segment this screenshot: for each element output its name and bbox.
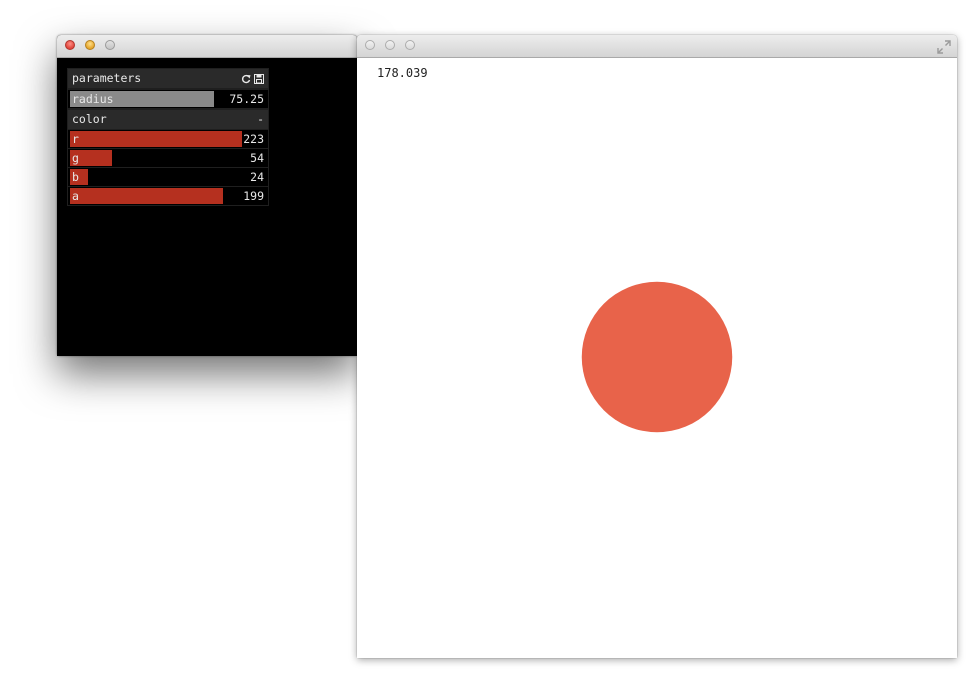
- color-group-label: color: [72, 112, 107, 126]
- slider-value: 223: [243, 132, 264, 146]
- radius-slider[interactable]: radius 75.25: [68, 90, 268, 108]
- slider-label: r: [72, 132, 79, 146]
- slider-label: g: [72, 151, 79, 165]
- render-window: 178.039: [357, 35, 957, 658]
- minimize-button[interactable]: [385, 40, 395, 50]
- radius-value: 75.25: [229, 92, 264, 106]
- parameters-header[interactable]: parameters: [68, 69, 268, 88]
- slider-track: [70, 150, 266, 166]
- slider-value: 24: [250, 170, 264, 184]
- render-window-titlebar[interactable]: [357, 35, 957, 58]
- slider-value: 199: [243, 189, 264, 203]
- gui-window-titlebar[interactable]: [57, 35, 357, 58]
- color-group-toggle[interactable]: -: [257, 110, 264, 129]
- slider-track: [70, 131, 266, 147]
- drawing-surface: [581, 281, 733, 433]
- color-slider-a[interactable]: a 199: [68, 187, 268, 205]
- radius-label: radius: [72, 92, 114, 106]
- render-canvas[interactable]: 178.039: [357, 58, 957, 658]
- color-group-header[interactable]: color -: [68, 110, 268, 129]
- slider-fill: [70, 188, 223, 204]
- slider-track: [70, 169, 266, 185]
- color-slider-b[interactable]: b 24: [68, 168, 268, 186]
- slider-value: 54: [250, 151, 264, 165]
- slider-label: a: [72, 189, 79, 203]
- color-slider-r[interactable]: r 223: [68, 130, 268, 148]
- gui-window: parameters radius 75.25 color - r 223 g …: [57, 35, 357, 356]
- zoom-button[interactable]: [105, 40, 115, 50]
- close-button[interactable]: [365, 40, 375, 50]
- save-icon[interactable]: [254, 73, 264, 84]
- gui-canvas: parameters radius 75.25 color - r 223 g …: [57, 58, 357, 356]
- slider-fill: [70, 131, 242, 147]
- fps-readout: 178.039: [377, 66, 428, 80]
- circle-shape: [581, 281, 733, 433]
- close-button[interactable]: [65, 40, 75, 50]
- parameters-title: parameters: [72, 71, 142, 85]
- slider-label: b: [72, 170, 79, 184]
- slider-track: [70, 188, 266, 204]
- parameters-panel: parameters radius 75.25 color - r 223 g …: [67, 68, 269, 206]
- fullscreen-icon[interactable]: [937, 39, 951, 54]
- color-slider-g[interactable]: g 54: [68, 149, 268, 167]
- minimize-button[interactable]: [85, 40, 95, 50]
- zoom-button[interactable]: [405, 40, 415, 50]
- refresh-icon[interactable]: [241, 74, 251, 84]
